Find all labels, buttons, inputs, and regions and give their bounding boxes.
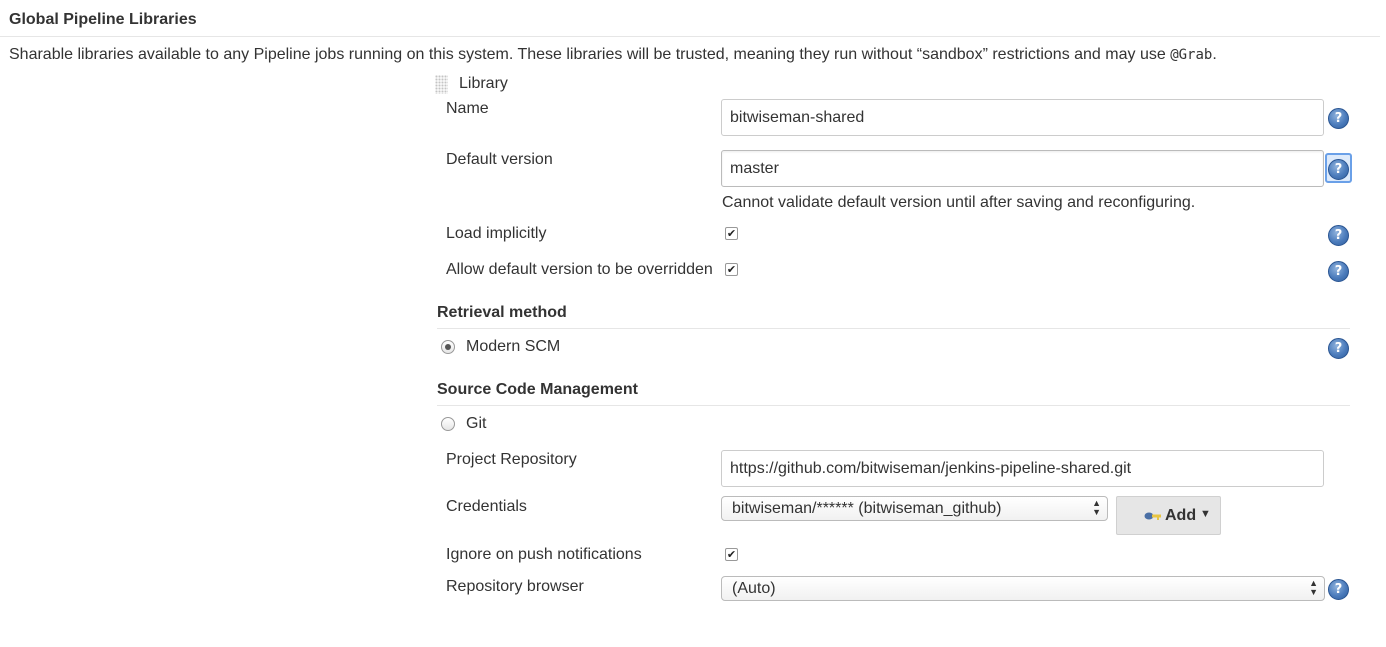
help-icon[interactable]: ? [1328,338,1349,359]
project-repository-input[interactable] [721,450,1324,487]
repository-browser-value: (Auto) [732,580,776,597]
git-label: Git [466,415,487,432]
load-implicitly-label: Load implicitly [446,225,547,242]
modern-scm-label: Modern SCM [466,338,561,355]
section-divider [0,36,1380,37]
description-text: Sharable libraries available to any Pipe… [9,46,1171,63]
ignore-push-checkbox[interactable]: ✔ [725,548,738,561]
ignore-push-label: Ignore on push notifications [446,546,642,563]
drag-handle-icon[interactable] [435,75,448,94]
allow-override-label: Allow default version to be overridden [446,261,713,278]
load-implicitly-checkbox[interactable]: ✔ [725,227,738,240]
help-icon[interactable]: ? [1328,108,1349,129]
select-arrows-icon: ▲ ▼ [1092,498,1101,517]
grab-code: @Grab [1170,47,1213,63]
credentials-label: Credentials [446,498,527,515]
project-repository-label: Project Repository [446,451,577,468]
retrieval-method-heading: Retrieval method [437,304,567,321]
section-description: Sharable libraries available to any Pipe… [9,46,1217,64]
credentials-value: bitwiseman/****** (bitwiseman_github) [732,500,1002,517]
modern-scm-radio[interactable] [441,340,455,354]
key-icon [1144,512,1161,520]
repository-browser-label: Repository browser [446,578,584,595]
scm-heading: Source Code Management [437,381,638,398]
name-input[interactable] [721,99,1324,136]
scm-divider [437,405,1350,406]
description-end: . [1212,46,1217,63]
name-label: Name [446,100,489,117]
git-radio[interactable] [441,417,455,431]
help-icon[interactable]: ? [1328,579,1349,600]
library-label: Library [459,75,508,92]
help-icon[interactable]: ? [1328,261,1349,282]
add-credentials-button[interactable]: Add ▼ [1116,496,1221,535]
default-version-label: Default version [446,151,553,168]
retrieval-divider [437,328,1350,329]
allow-override-checkbox[interactable]: ✔ [725,263,738,276]
help-icon[interactable]: ? [1328,225,1349,246]
section-title: Global Pipeline Libraries [9,11,197,28]
help-icon[interactable]: ? [1328,159,1349,180]
repository-browser-select[interactable]: (Auto) ▲ ▼ [721,576,1325,601]
credentials-select[interactable]: bitwiseman/****** (bitwiseman_github) ▲ ▼ [721,496,1108,521]
select-arrows-icon: ▲ ▼ [1309,578,1318,597]
validation-message: Cannot validate default version until af… [722,194,1196,211]
default-version-input[interactable] [721,150,1324,187]
add-button-label: Add [1165,507,1197,524]
caret-down-icon: ▼ [1200,508,1211,520]
radio-selected-dot [445,344,451,350]
